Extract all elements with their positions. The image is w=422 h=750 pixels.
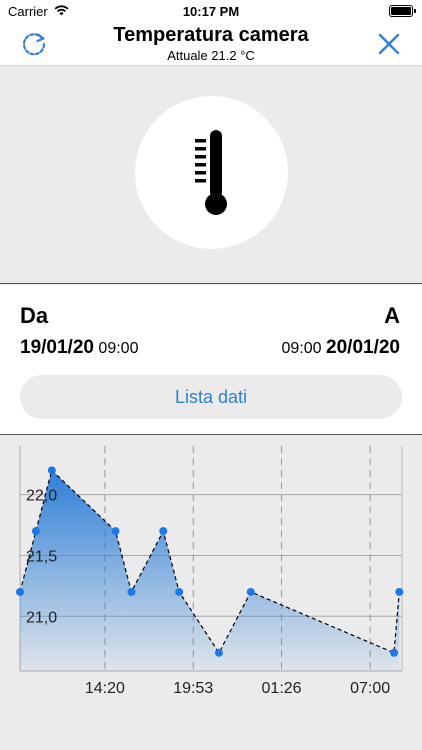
to-time[interactable]: 09:00 bbox=[282, 340, 322, 357]
to-label: A bbox=[384, 303, 400, 328]
y-tick-label: 21,5 bbox=[26, 548, 57, 565]
temperature-chart-svg: 22,0 21,5 21,0 14:20 19:53 01:26 07:00 bbox=[16, 446, 404, 697]
sensor-icon-circle bbox=[135, 96, 288, 249]
navigation-bar: Temperatura camera Attuale 21.2 °C bbox=[0, 22, 422, 66]
data-point bbox=[16, 587, 24, 596]
data-point bbox=[214, 648, 223, 657]
x-tick-label: 07:00 bbox=[350, 680, 390, 697]
from-datetime[interactable]: 19/01/20 09:00 bbox=[20, 337, 138, 359]
date-range-panel: Da A 19/01/20 09:00 09:00 20/01/20 Lista… bbox=[0, 285, 422, 435]
from-date[interactable]: 19/01/20 bbox=[20, 337, 94, 358]
page-title: Temperatura camera bbox=[113, 24, 309, 46]
x-tick-label: 14:20 bbox=[85, 680, 125, 697]
x-tick-label: 19:53 bbox=[173, 680, 213, 697]
data-point bbox=[390, 648, 399, 657]
current-temperature: Attuale 21.2 °C bbox=[167, 48, 255, 63]
data-point bbox=[395, 587, 404, 596]
data-point bbox=[159, 527, 168, 536]
battery-icon bbox=[389, 5, 416, 17]
data-point bbox=[127, 587, 136, 596]
to-datetime[interactable]: 09:00 20/01/20 bbox=[282, 337, 400, 359]
sensor-icon-area bbox=[0, 67, 422, 284]
data-point bbox=[175, 587, 184, 596]
from-label: Da bbox=[20, 303, 49, 328]
temperature-area bbox=[20, 470, 400, 671]
from-time[interactable]: 09:00 bbox=[98, 340, 138, 357]
y-tick-label: 21,0 bbox=[26, 609, 57, 626]
data-list-button[interactable]: Lista dati bbox=[20, 375, 402, 419]
to-date[interactable]: 20/01/20 bbox=[326, 337, 400, 358]
status-bar: Carrier 10:17 PM bbox=[0, 0, 422, 22]
data-point bbox=[31, 527, 40, 536]
data-point bbox=[47, 466, 56, 475]
x-tick-label: 01:26 bbox=[262, 680, 302, 697]
y-tick-label: 22,0 bbox=[26, 488, 57, 505]
status-time: 10:17 PM bbox=[182, 4, 240, 19]
data-point bbox=[246, 587, 255, 596]
temperature-chart: 22,0 21,5 21,0 14:20 19:53 01:26 07:00 bbox=[0, 436, 422, 750]
thermometer-icon bbox=[195, 130, 227, 215]
close-icon[interactable] bbox=[376, 31, 402, 57]
data-point bbox=[111, 527, 120, 536]
